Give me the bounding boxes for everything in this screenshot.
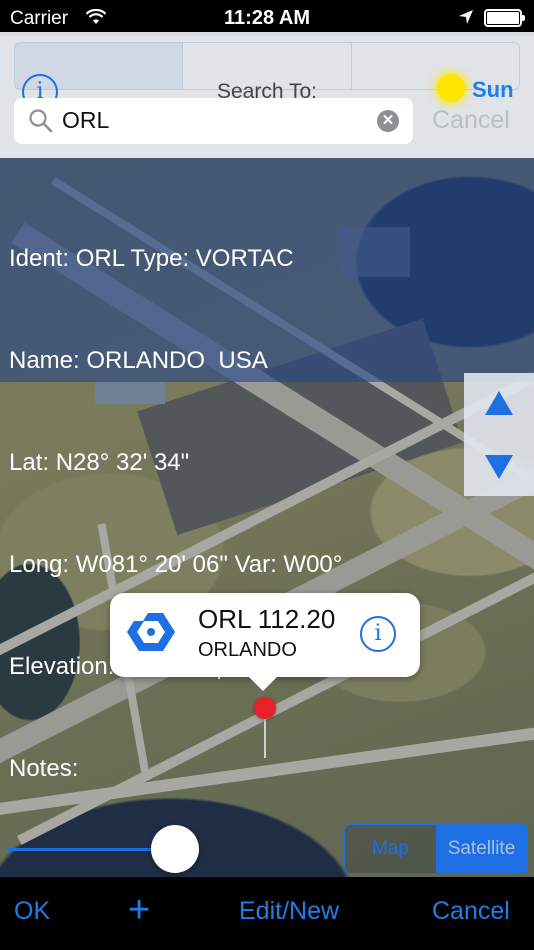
sun-button[interactable]: Sun	[472, 77, 514, 103]
detail-name: Name: ORLANDO USA	[9, 347, 268, 374]
ok-button[interactable]: OK	[14, 897, 50, 926]
status-bar: Carrier 11:28 AM	[0, 0, 534, 36]
search-icon	[28, 108, 54, 139]
map-type-satellite[interactable]: Satellite	[436, 825, 527, 873]
battery-icon	[484, 9, 525, 27]
sun-icon[interactable]	[437, 74, 465, 102]
search-input[interactable]: ORL ✕	[14, 98, 413, 144]
callout-title: ORL 112.20	[198, 604, 336, 634]
detail-ident: Ident: ORL Type: VORTAC	[9, 245, 294, 272]
edit-new-button[interactable]: Edit/New	[239, 897, 339, 926]
waypoint-nav	[464, 373, 534, 496]
opacity-slider-track[interactable]	[8, 848, 168, 851]
waypoint-details: Ident: ORL Type: VORTAC Name: ORLANDO US…	[0, 158, 534, 782]
cancel-button[interactable]: Cancel	[432, 897, 510, 926]
callout-subtitle: ORLANDO	[198, 639, 297, 661]
add-button[interactable]: +	[128, 889, 150, 932]
detail-long: Long: W081° 20' 06" Var: W00°	[9, 551, 343, 578]
map-type-map[interactable]: Map	[345, 825, 436, 873]
search-cancel-button[interactable]: Cancel	[432, 106, 510, 135]
detail-notes: Notes:	[9, 755, 79, 782]
arrow-up-icon[interactable]	[485, 391, 513, 415]
opacity-slider-thumb[interactable]	[151, 825, 199, 873]
clear-search-icon[interactable]: ✕	[377, 110, 399, 132]
waypoint-callout[interactable]: ORL 112.20 ORLANDO i	[110, 593, 420, 691]
arrow-down-icon[interactable]	[485, 455, 513, 479]
search-value: ORL	[62, 107, 110, 133]
detail-lat: Lat: N28° 32' 34"	[9, 449, 190, 476]
bottom-toolbar: OK + Edit/New Cancel	[0, 877, 534, 950]
vortac-icon	[126, 609, 176, 660]
map-pin-icon[interactable]	[254, 697, 276, 719]
clock: 11:28 AM	[224, 7, 310, 29]
map-type-control[interactable]: Map Satellite	[344, 824, 528, 874]
pin-stem	[264, 718, 266, 758]
callout-info-icon[interactable]: i	[360, 616, 396, 652]
location-arrow-icon	[458, 9, 474, 31]
